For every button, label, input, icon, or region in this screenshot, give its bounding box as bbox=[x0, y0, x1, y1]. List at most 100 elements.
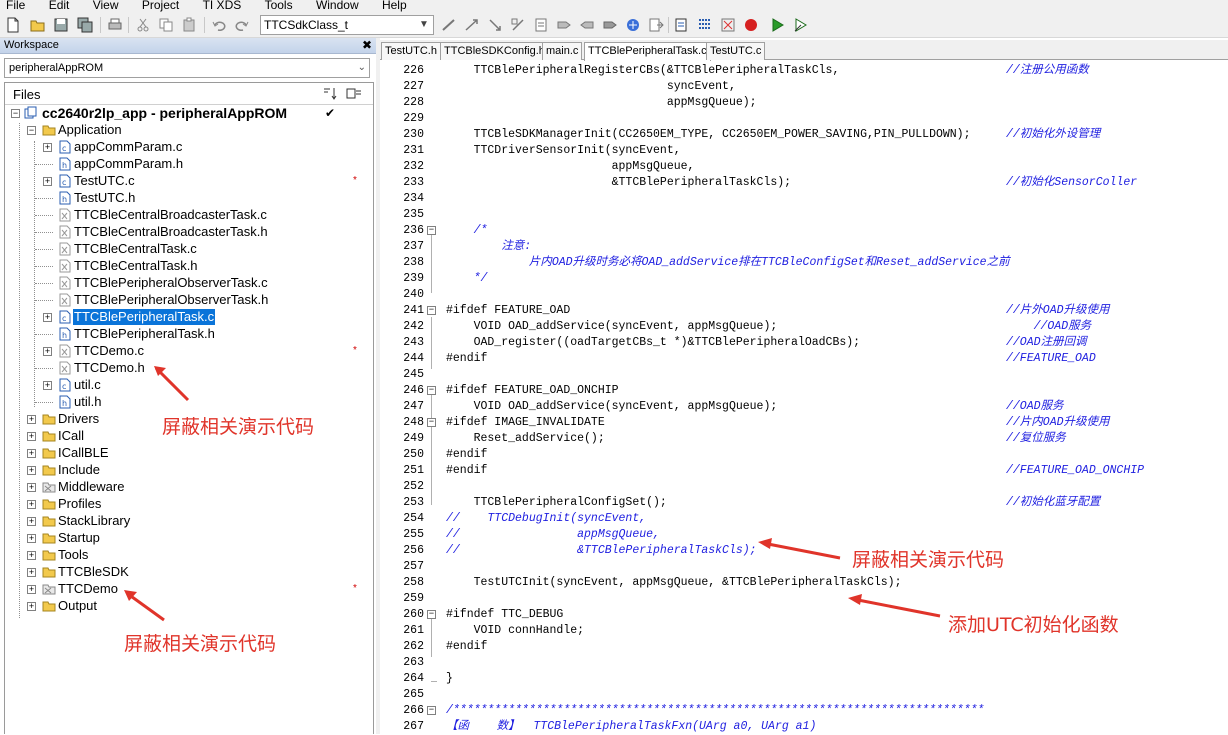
prev-bookmark-icon[interactable] bbox=[578, 16, 596, 34]
expand-icon[interactable]: + bbox=[43, 347, 52, 356]
expand-icon[interactable]: + bbox=[27, 415, 36, 424]
find-in-files-icon[interactable] bbox=[532, 16, 550, 34]
tree-file[interactable]: + c TestUTC.c * bbox=[5, 173, 373, 190]
redo-icon[interactable] bbox=[233, 16, 251, 34]
expand-icon[interactable]: + bbox=[43, 313, 52, 322]
tree-file[interactable]: + c appCommParam.c bbox=[5, 139, 373, 156]
tree-folder[interactable]: − Application bbox=[5, 122, 373, 139]
close-icon[interactable]: ✖ bbox=[362, 38, 372, 52]
expand-icon[interactable]: + bbox=[27, 568, 36, 577]
tree-file[interactable]: TTCBleCentralTask.c bbox=[5, 241, 373, 258]
expand-icon[interactable]: + bbox=[27, 500, 36, 509]
tree-folder[interactable]: + TTCDemo * bbox=[5, 581, 373, 598]
expand-icon[interactable]: + bbox=[27, 432, 36, 441]
tab-ttcblesdkconfig-h[interactable]: TTCBleSDKConfig.h bbox=[440, 42, 549, 60]
tree-file[interactable]: + TTCDemo.c * bbox=[5, 343, 373, 360]
menu-view[interactable]: View bbox=[93, 0, 119, 11]
expand-icon[interactable]: + bbox=[27, 602, 36, 611]
next-bookmark-icon[interactable] bbox=[601, 16, 619, 34]
fold-toggle-icon[interactable]: − bbox=[427, 610, 436, 619]
navigate-forward-icon[interactable] bbox=[486, 16, 504, 34]
copy-icon[interactable] bbox=[157, 16, 175, 34]
options-icon[interactable] bbox=[345, 86, 363, 102]
make-icon[interactable] bbox=[696, 16, 714, 34]
debug-without-download-icon[interactable] bbox=[792, 16, 810, 34]
navigate-back-icon[interactable] bbox=[463, 16, 481, 34]
project-root[interactable]: − cc2640r2lp_app - peripheralAppROM ✔ bbox=[5, 105, 373, 122]
expand-icon[interactable]: + bbox=[27, 466, 36, 475]
fold-toggle-icon[interactable]: − bbox=[427, 386, 436, 395]
tree-folder[interactable]: + TTCBleSDK bbox=[5, 564, 373, 581]
fold-toggle-icon[interactable]: − bbox=[427, 306, 436, 315]
expand-icon[interactable]: + bbox=[27, 585, 36, 594]
tree-folder[interactable]: + ICallBLE bbox=[5, 445, 373, 462]
tree-file[interactable]: TTCBlePeripheralObserverTask.h bbox=[5, 292, 373, 309]
sort-icon[interactable] bbox=[321, 86, 339, 102]
tab-testutc-h[interactable]: TestUTC.h bbox=[381, 42, 441, 60]
print-icon[interactable] bbox=[106, 16, 124, 34]
tree-folder[interactable]: + Profiles bbox=[5, 496, 373, 513]
menu-project[interactable]: Project bbox=[142, 0, 179, 11]
collapse-icon[interactable]: − bbox=[11, 109, 20, 118]
tree-folder[interactable]: + Output bbox=[5, 598, 373, 615]
toggle-bookmark-icon[interactable] bbox=[555, 16, 573, 34]
expand-icon[interactable]: + bbox=[27, 551, 36, 560]
tree-folder[interactable]: + Include bbox=[5, 462, 373, 479]
save-icon[interactable] bbox=[52, 16, 70, 34]
compile-icon[interactable] bbox=[673, 16, 691, 34]
save-all-icon[interactable] bbox=[76, 16, 94, 34]
new-file-icon[interactable] bbox=[4, 16, 22, 34]
go-to-icon[interactable] bbox=[509, 16, 527, 34]
expand-icon[interactable]: + bbox=[27, 449, 36, 458]
navigate-icon[interactable] bbox=[440, 16, 458, 34]
tab-ttcbleperipheraltask-c[interactable]: TTCBlePeripheralTask.c bbox=[584, 42, 711, 61]
fold-toggle-icon[interactable]: − bbox=[427, 706, 436, 715]
menu-file[interactable]: File bbox=[6, 0, 25, 11]
expand-icon[interactable]: + bbox=[43, 177, 52, 186]
tree-folder[interactable]: + Middleware bbox=[5, 479, 373, 496]
tree-folder[interactable]: + Startup bbox=[5, 530, 373, 547]
svg-text:c: c bbox=[62, 144, 66, 153]
tree-file[interactable]: + c TTCBlePeripheralTask.c bbox=[5, 309, 373, 326]
expand-icon[interactable]: + bbox=[27, 534, 36, 543]
breakpoint-icon[interactable] bbox=[742, 16, 760, 34]
menu-ti-xds[interactable]: TI XDS bbox=[203, 0, 242, 11]
menu-help[interactable]: Help bbox=[382, 0, 407, 11]
download-debug-icon[interactable] bbox=[769, 16, 787, 34]
cut-icon[interactable] bbox=[134, 16, 152, 34]
symbol-combo[interactable]: TTCSdkClass_t ▼ bbox=[260, 15, 434, 35]
tree-file[interactable]: TTCBleCentralTask.h bbox=[5, 258, 373, 275]
tree-folder[interactable]: + Tools bbox=[5, 547, 373, 564]
expand-icon[interactable]: + bbox=[43, 381, 52, 390]
svg-text:c: c bbox=[62, 382, 66, 391]
tab-main-c[interactable]: main.c bbox=[542, 42, 583, 60]
stop-build-icon[interactable] bbox=[719, 16, 737, 34]
undo-icon[interactable] bbox=[210, 16, 228, 34]
tree-file[interactable]: TTCBlePeripheralObserverTask.c bbox=[5, 275, 373, 292]
menu-window[interactable]: Window bbox=[316, 0, 359, 11]
expand-icon[interactable]: + bbox=[27, 483, 36, 492]
browse-icon[interactable] bbox=[624, 16, 642, 34]
tree-file[interactable]: h TestUTC.h bbox=[5, 190, 373, 207]
navigate-next-icon[interactable] bbox=[647, 16, 665, 34]
folder-icon bbox=[42, 601, 56, 612]
collapse-icon[interactable]: − bbox=[27, 126, 36, 135]
fold-toggle-icon[interactable]: − bbox=[427, 226, 436, 235]
expand-icon[interactable]: + bbox=[27, 517, 36, 526]
paste-icon[interactable] bbox=[180, 16, 198, 34]
tree-file[interactable]: TTCBleCentralBroadcasterTask.h bbox=[5, 224, 373, 241]
menu-edit[interactable]: Edit bbox=[49, 0, 70, 11]
fold-toggle-icon[interactable]: − bbox=[427, 418, 436, 427]
code-line: 263 bbox=[380, 655, 1228, 671]
configuration-select[interactable]: peripheralAppROM ⌄ bbox=[4, 58, 370, 78]
tree-file[interactable]: TTCBleCentralBroadcasterTask.c bbox=[5, 207, 373, 224]
open-folder-icon[interactable] bbox=[29, 16, 47, 34]
tree-file[interactable]: h TTCBlePeripheralTask.h bbox=[5, 326, 373, 343]
tree-file[interactable]: h appCommParam.h bbox=[5, 156, 373, 173]
tab-testutc-c[interactable]: TestUTC.c bbox=[706, 42, 766, 60]
tree-folder[interactable]: + StackLibrary bbox=[5, 513, 373, 530]
code-line: 248− #ifdef IMAGE_INVALIDATE //片内OAD升级使用 bbox=[380, 415, 1228, 431]
menu-tools[interactable]: Tools bbox=[265, 0, 293, 11]
line-number: 254 bbox=[403, 512, 424, 525]
expand-icon[interactable]: + bbox=[43, 143, 52, 152]
